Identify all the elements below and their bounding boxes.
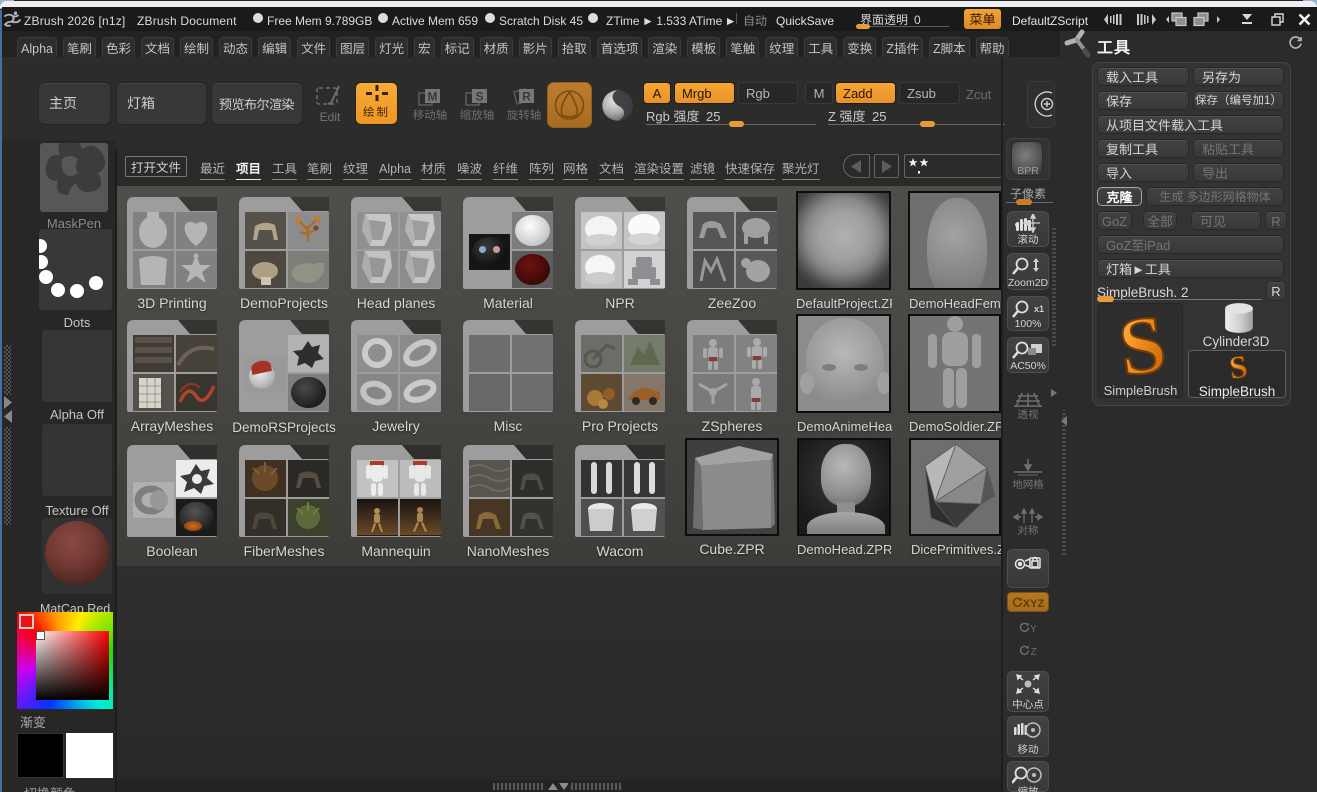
svg-text:M: M: [428, 88, 438, 105]
svg-text:S: S: [1113, 305, 1171, 381]
svg-text:S: S: [1227, 350, 1250, 382]
svg-text:S: S: [475, 88, 483, 105]
svg-text:x1: x1: [1034, 302, 1044, 315]
svg-text:R: R: [522, 88, 531, 105]
